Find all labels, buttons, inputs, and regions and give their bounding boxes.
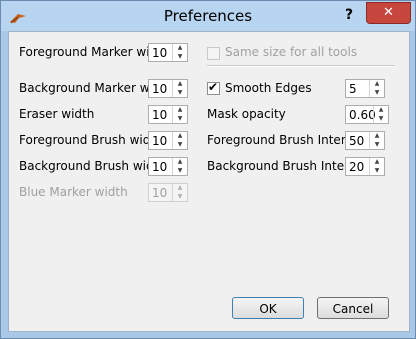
arrow-up-icon[interactable]: ▲: [173, 106, 187, 114]
arrow-up-icon[interactable]: ▲: [173, 158, 187, 166]
title-bar[interactable]: Preferences ? ✕: [1, 1, 415, 31]
arrow-up-icon[interactable]: ▲: [370, 80, 384, 88]
background-brush-width-spinner[interactable]: 10 ▲ ▼: [148, 157, 188, 176]
spinner-value[interactable]: 5: [349, 82, 357, 96]
dialog-body: Foreground Marker width 10 ▲ ▼ Background…: [8, 31, 410, 332]
arrow-up-icon[interactable]: ▲: [173, 80, 187, 88]
close-button[interactable]: ✕: [366, 2, 411, 24]
same-size-label: Same size for all tools: [225, 45, 358, 59]
blue-marker-width-spinner: 10 ▲ ▼: [148, 183, 188, 202]
same-size-checkbox: [207, 47, 220, 60]
spinner-value[interactable]: 10: [152, 108, 167, 122]
smooth-edges-checkbox[interactable]: ✔: [207, 80, 220, 95]
arrow-down-icon[interactable]: ▼: [370, 167, 384, 175]
preferences-dialog: Preferences ? ✕ Foreground Marker width …: [0, 0, 416, 339]
background-brush-width-label: Background Brush width: [19, 159, 166, 173]
checkmark-icon: ✔: [208, 80, 219, 94]
foreground-brush-intensity-spinner[interactable]: 50 ▲ ▼: [345, 131, 385, 150]
blue-marker-width-label: Blue Marker width: [19, 185, 128, 199]
arrow-down-icon[interactable]: ▼: [173, 167, 187, 175]
arrow-down-icon[interactable]: ▼: [173, 141, 187, 149]
separator: [207, 65, 395, 67]
foreground-marker-width-label: Foreground Marker width: [19, 45, 170, 59]
eraser-width-spinner[interactable]: 10 ▲ ▼: [148, 105, 188, 124]
arrow-up-icon[interactable]: ▲: [370, 132, 384, 140]
arrow-up-icon: ▲: [177, 184, 183, 191]
help-button[interactable]: ?: [338, 6, 360, 24]
arrow-up-icon[interactable]: ▲: [374, 106, 388, 114]
arrow-down-icon[interactable]: ▼: [374, 115, 388, 123]
foreground-brush-width-label: Foreground Brush width: [19, 133, 163, 147]
mask-opacity-spinner[interactable]: 0.60 ▲ ▼: [345, 105, 389, 124]
arrow-up-icon[interactable]: ▲: [370, 158, 384, 166]
spinner-value[interactable]: 10: [152, 160, 167, 174]
foreground-marker-width-spinner[interactable]: 10 ▲ ▼: [148, 43, 188, 62]
arrow-up-icon[interactable]: ▲: [173, 44, 187, 52]
spinner-value[interactable]: 10: [152, 134, 167, 148]
arrow-down-icon: ▼: [177, 193, 183, 200]
smooth-edges-label: Smooth Edges: [225, 81, 312, 95]
spinner-value[interactable]: 10: [152, 46, 167, 60]
ok-button[interactable]: OK: [232, 297, 304, 319]
background-marker-width-spinner[interactable]: 10 ▲ ▼: [148, 79, 188, 98]
eraser-width-label: Eraser width: [19, 107, 95, 121]
spinner-value[interactable]: 10: [152, 82, 167, 96]
arrow-down-icon[interactable]: ▼: [173, 115, 187, 123]
arrow-down-icon[interactable]: ▼: [173, 53, 187, 61]
arrow-down-icon[interactable]: ▼: [173, 89, 187, 97]
spinner-value[interactable]: 0.60: [349, 108, 376, 122]
spinner-value[interactable]: 20: [349, 160, 364, 174]
arrow-down-icon[interactable]: ▼: [370, 89, 384, 97]
spinner-value: 10: [152, 186, 168, 200]
spinner-value[interactable]: 50: [349, 134, 364, 148]
smooth-edges-spinner[interactable]: 5 ▲ ▼: [345, 79, 385, 98]
cancel-button[interactable]: Cancel: [317, 297, 389, 319]
mask-opacity-label: Mask opacity: [207, 107, 286, 121]
foreground-brush-width-spinner[interactable]: 10 ▲ ▼: [148, 131, 188, 150]
background-brush-intensity-spinner[interactable]: 20 ▲ ▼: [345, 157, 385, 176]
arrow-down-icon[interactable]: ▼: [370, 141, 384, 149]
arrow-up-icon[interactable]: ▲: [173, 132, 187, 140]
